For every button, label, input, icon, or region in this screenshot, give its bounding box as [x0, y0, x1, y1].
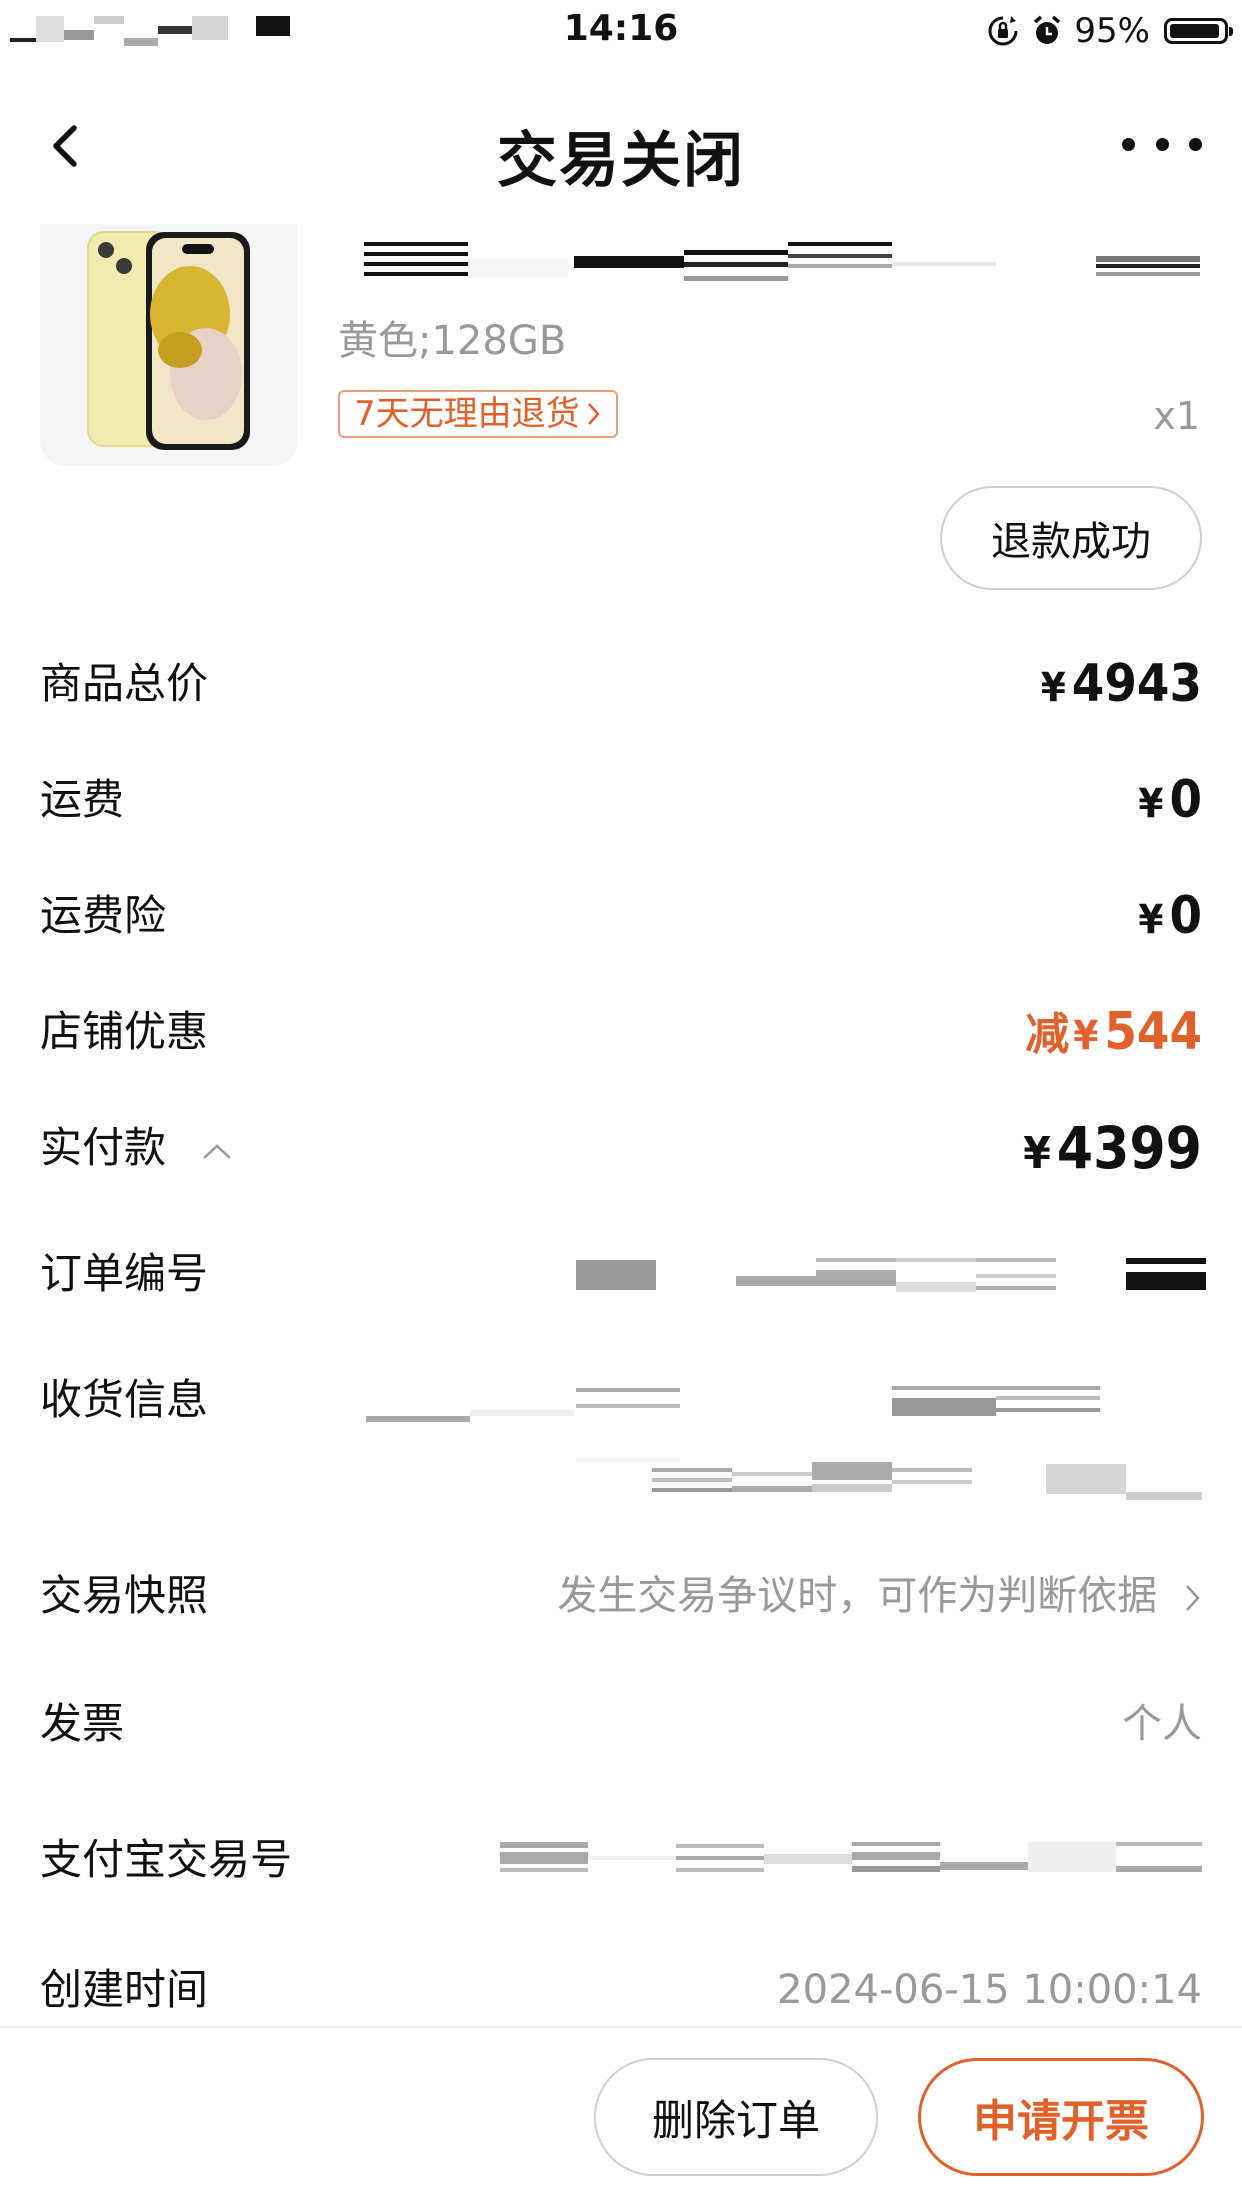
product-image[interactable]	[40, 224, 298, 466]
currency-symbol: ¥	[1138, 897, 1164, 943]
chevron-right-icon	[1186, 1585, 1200, 1611]
bottom-action-bar: 删除订单 申请开票	[0, 2026, 1242, 2210]
product-name-redacted	[364, 232, 1200, 292]
paid-row[interactable]: 实付款 ¥4399	[0, 1118, 1242, 1182]
battery-percent: 95%	[1074, 11, 1150, 51]
chevron-up-icon[interactable]	[201, 1141, 233, 1161]
discount-prefix: 减	[1025, 1009, 1070, 1060]
order-number-label: 订单编号	[40, 1249, 209, 1298]
page-title: 交易关闭	[497, 126, 745, 196]
currency-symbol: ¥	[1073, 1013, 1099, 1059]
chevron-right-icon	[587, 403, 600, 425]
shipping-label: 运费	[40, 775, 125, 824]
invoice-value: 个人	[1122, 1701, 1202, 1747]
store-discount-row: 店铺优惠 减 ¥544	[0, 1002, 1242, 1062]
currency-symbol: ¥	[1023, 1128, 1051, 1179]
shipping-info-redacted	[366, 1382, 1202, 1502]
nav-bar: 交易关闭	[0, 90, 1242, 206]
more-icon[interactable]	[1122, 124, 1202, 164]
created-time-row: 创建时间 2024-06-15 10:00:14	[0, 1960, 1242, 2020]
paid-label-text: 实付款	[40, 1123, 167, 1172]
apply-invoice-button[interactable]: 申请开票	[918, 2058, 1204, 2176]
return-policy-badge[interactable]: 7天无理由退货	[338, 390, 618, 438]
total-price-value: ¥4943	[1041, 654, 1202, 718]
paid-amount: 4399	[1056, 1114, 1202, 1182]
alarm-icon	[1034, 15, 1061, 44]
product-quantity: x1	[1153, 394, 1200, 438]
refund-status-button[interactable]: 退款成功	[940, 486, 1202, 590]
snapshot-hint: 发生交易争议时，可作为判断依据	[557, 1573, 1158, 1619]
snapshot-value[interactable]: 发生交易争议时，可作为判断依据	[557, 1566, 1202, 1626]
invoice-label: 发票	[40, 1699, 125, 1748]
total-price-amount: 4943	[1071, 654, 1202, 714]
order-number-redacted	[576, 1258, 1212, 1294]
shipping-value: ¥0	[1138, 770, 1202, 834]
status-icons: 95%	[986, 10, 1233, 52]
rotation-lock-icon	[988, 16, 1018, 46]
more-dot	[1155, 137, 1169, 151]
order-number-row: 订单编号	[0, 1244, 1242, 1304]
battery-fill	[1170, 24, 1220, 38]
more-dot	[1122, 137, 1135, 151]
product-card[interactable]: 黄色;128GB 7天无理由退货 x1	[0, 224, 1242, 474]
product-variant: 黄色;128GB	[338, 318, 567, 364]
shipping-amount: 0	[1169, 770, 1202, 830]
total-price-row: 商品总价 ¥4943	[0, 654, 1242, 714]
total-price-label: 商品总价	[40, 659, 209, 708]
created-time-label: 创建时间	[40, 1965, 209, 2014]
snapshot-label: 交易快照	[40, 1571, 209, 1620]
store-discount-value: 减 ¥544	[1025, 1002, 1202, 1066]
created-time-value: 2024-06-15 10:00:14	[777, 1967, 1202, 2013]
currency-symbol: ¥	[1138, 781, 1164, 827]
delete-order-button[interactable]: 删除订单	[594, 2058, 878, 2176]
currency-symbol: ¥	[1040, 665, 1066, 711]
snapshot-row[interactable]: 交易快照 发生交易争议时，可作为判断依据	[0, 1566, 1242, 1630]
shipping-insurance-amount: 0	[1169, 886, 1202, 946]
battery-icon	[1164, 18, 1233, 44]
more-dot	[1189, 137, 1202, 151]
alipay-label: 支付宝交易号	[40, 1835, 293, 1884]
status-bar: 14:16 95%	[0, 0, 1242, 62]
shipping-insurance-row: 运费险 ¥0	[0, 886, 1242, 946]
shipping-insurance-label: 运费险	[40, 891, 167, 940]
phone-image	[40, 224, 298, 466]
shipping-row: 运费 ¥0	[0, 770, 1242, 830]
alipay-row: 支付宝交易号	[0, 1830, 1242, 1890]
return-policy-label: 7天无理由退货	[354, 394, 580, 434]
paid-label[interactable]: 实付款	[40, 1118, 233, 1178]
store-discount-label: 店铺优惠	[40, 1007, 209, 1056]
shipping-info-label: 收货信息	[40, 1375, 209, 1424]
shipping-insurance-value: ¥0	[1138, 886, 1202, 950]
shipping-info-row: 收货信息	[0, 1370, 1242, 1510]
invoice-row: 发票 个人	[0, 1694, 1242, 1754]
store-discount-amount: 544	[1104, 1002, 1202, 1062]
paid-value: ¥4399	[1023, 1118, 1202, 1184]
alipay-number-redacted	[500, 1842, 1202, 1878]
